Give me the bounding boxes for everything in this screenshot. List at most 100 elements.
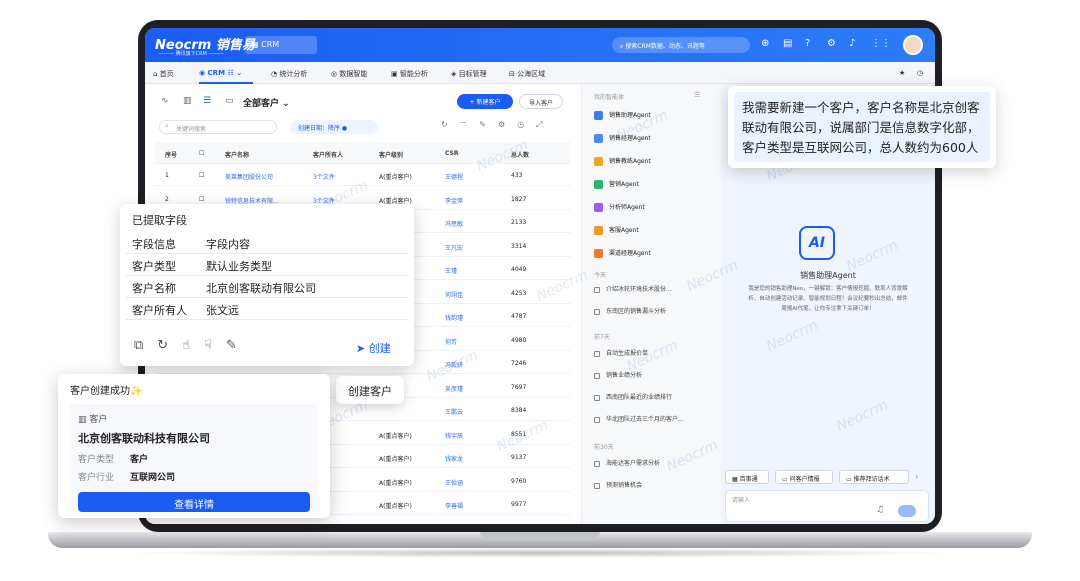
create-button[interactable]: ➤ 创建: [356, 340, 391, 356]
clock-icon[interactable]: ◷: [917, 69, 923, 77]
header-csr[interactable]: CSR: [445, 150, 458, 157]
quick-action-baishitong[interactable]: ▦ 百事通: [725, 470, 769, 484]
cell-csr[interactable]: 钱宇辰: [445, 431, 463, 440]
cell-csr[interactable]: 王怡涵: [445, 478, 463, 487]
agent-item[interactable]: 渠道经理Agent: [594, 248, 651, 258]
thumbs-down-icon[interactable]: ☟: [204, 338, 226, 353]
agent-item[interactable]: 销售教练Agent: [594, 156, 651, 166]
cell-csr[interactable]: 钱家龙: [445, 454, 463, 463]
cell-owner[interactable]: 3个文件: [313, 172, 335, 181]
cell-csr[interactable]: 钱韵瑾: [445, 313, 463, 322]
collapse-icon[interactable]: ☰: [694, 91, 700, 99]
settings-icon[interactable]: ⚙: [827, 38, 836, 49]
cell-csr[interactable]: 何翊佳: [445, 290, 463, 299]
nav-pool[interactable]: ⊟ 公海区域: [509, 69, 545, 79]
user-avatar[interactable]: [903, 35, 923, 55]
history-item[interactable]: 华北团队过去三个月的客户...: [594, 414, 684, 423]
add-icon[interactable]: ⊕: [761, 38, 769, 49]
filter-icon[interactable]: ⌔: [460, 120, 480, 129]
history-item[interactable]: 预测销售机会: [594, 480, 642, 489]
celebration-icon: ✨: [130, 386, 143, 397]
quick-action-visit-script[interactable]: ▭ 推荐拜访话术: [839, 470, 909, 484]
expand-icon[interactable]: ⤢: [536, 120, 554, 129]
new-customer-button[interactable]: + 新建客户: [457, 94, 513, 109]
cell-csr[interactable]: 王德程: [445, 172, 463, 181]
agent-description: 我是您的销售助理Neo，一键解锁：客户情报挖掘、联系人背景解析、自动创建活动记录…: [748, 286, 908, 312]
quick-action-customer-intel[interactable]: ▭ 问客户情报: [775, 470, 833, 484]
bell-icon[interactable]: ♪: [849, 38, 855, 49]
cell-customer-name[interactable]: 美莱集团股份公司: [225, 172, 273, 181]
history-label: 销售业绩分析: [606, 372, 643, 379]
agent-item[interactable]: 营销Agent: [594, 179, 639, 189]
cell-csr[interactable]: 李善福: [445, 501, 463, 510]
apps-grid-icon[interactable]: ⋮⋮: [871, 38, 891, 49]
settings-icon[interactable]: ⚙: [498, 120, 517, 129]
cell-level: A(重点客户): [379, 174, 412, 181]
view-details-button[interactable]: 查看详情: [78, 492, 310, 512]
agent-icon: [594, 249, 603, 258]
cell-csr[interactable]: 何芳: [445, 337, 457, 346]
edit-icon[interactable]: ✎: [226, 338, 251, 353]
nav-analysis[interactable]: ▣ 智能分析: [391, 69, 428, 79]
history-item[interactable]: 东南区的销售漏斗分析: [594, 306, 666, 315]
trend-icon[interactable]: ∿: [161, 96, 169, 106]
copy-icon[interactable]: ⧉: [134, 338, 157, 353]
regenerate-icon[interactable]: ↻: [157, 338, 182, 353]
history-item[interactable]: 西南团队最近的业绩排行: [594, 392, 672, 401]
board-view-icon[interactable]: ▥: [183, 96, 192, 106]
cell-csr[interactable]: 吴彦瑾: [445, 384, 463, 393]
nav-home[interactable]: ⌂ 首页: [153, 69, 174, 79]
thumbs-up-icon[interactable]: ☝: [182, 338, 204, 353]
header-checkbox[interactable]: ☐: [199, 150, 204, 157]
cell-csr[interactable]: 王凡宏: [445, 243, 463, 252]
row-checkbox[interactable]: ☐: [199, 172, 204, 179]
header-owner[interactable]: 客户所有人: [313, 150, 343, 159]
import-customer-button[interactable]: 导入客户: [519, 94, 563, 109]
list-view-icon[interactable]: ☰: [203, 96, 211, 106]
fields-header-row: 字段信息 字段内容: [126, 232, 408, 254]
history-item[interactable]: 海能达客户需求分析: [594, 458, 660, 467]
star-icon[interactable]: ★: [899, 69, 905, 77]
time-icon[interactable]: ◷: [517, 120, 536, 129]
note-icon[interactable]: ▤: [783, 38, 792, 49]
history-item[interactable]: 介绍冰轮环境技术股份...: [594, 284, 672, 293]
nav-crm[interactable]: ◉ CRM ☷ ⌄: [199, 69, 242, 77]
edit-icon[interactable]: ✎: [479, 120, 498, 129]
header-name[interactable]: 客户名称: [225, 150, 249, 159]
app-selector[interactable]: ▦ CRM: [245, 36, 317, 54]
agent-icon: [594, 157, 603, 166]
cell-csr[interactable]: 王鹏云: [445, 407, 463, 416]
quick-action-label: 百事通: [739, 476, 758, 483]
nav-stats[interactable]: ◔ 统计分析: [271, 69, 307, 79]
list-search-input[interactable]: 关键词搜索: [159, 120, 277, 134]
row-checkbox[interactable]: ☐: [199, 196, 204, 203]
header-level[interactable]: 客户级别: [379, 150, 403, 159]
cell-csr[interactable]: 李金萍: [445, 196, 463, 205]
chat-input[interactable]: 请输入 ♫: [725, 490, 929, 522]
view-selector[interactable]: 全部客户 ⌄: [243, 96, 290, 109]
refresh-icon[interactable]: ↻: [441, 120, 460, 129]
cell-level: A(重点客户): [379, 432, 412, 440]
help-icon[interactable]: ?: [805, 38, 810, 49]
agent-item[interactable]: 分析师Agent: [594, 202, 645, 212]
view-selector-label: 全部客户: [243, 99, 280, 109]
chat-icon: [594, 394, 600, 401]
mic-icon[interactable]: ♫: [876, 505, 884, 515]
nav-goals[interactable]: ◈ 目标管理: [451, 69, 487, 79]
customer-name: 北京创客联动科技有限公司: [78, 432, 210, 445]
chevron-right-icon[interactable]: ›: [915, 472, 918, 481]
header-index: 序号: [165, 152, 178, 159]
list-search-placeholder: 关键词搜索: [176, 126, 207, 133]
cell-csr[interactable]: 冯思敏: [445, 219, 463, 228]
send-button[interactable]: [898, 505, 916, 517]
create-customer-button[interactable]: 创建客户: [336, 376, 404, 404]
card-view-icon[interactable]: ▭: [225, 96, 234, 106]
sort-chip[interactable]: 创建日期：降序 ●: [290, 120, 378, 134]
cell-total: 8384: [511, 407, 527, 414]
cell-csr[interactable]: 王瑾: [445, 266, 457, 275]
agent-item[interactable]: 客服Agent: [594, 225, 639, 235]
global-search-input[interactable]: ⌕ 搜索CRM数据、动态、讯题等: [612, 37, 750, 53]
search-placeholder: 搜索CRM数据、动态、讯题等: [625, 43, 705, 50]
cell-total: 4253: [511, 289, 527, 297]
nav-data[interactable]: ◎ 数据智能: [331, 69, 367, 79]
